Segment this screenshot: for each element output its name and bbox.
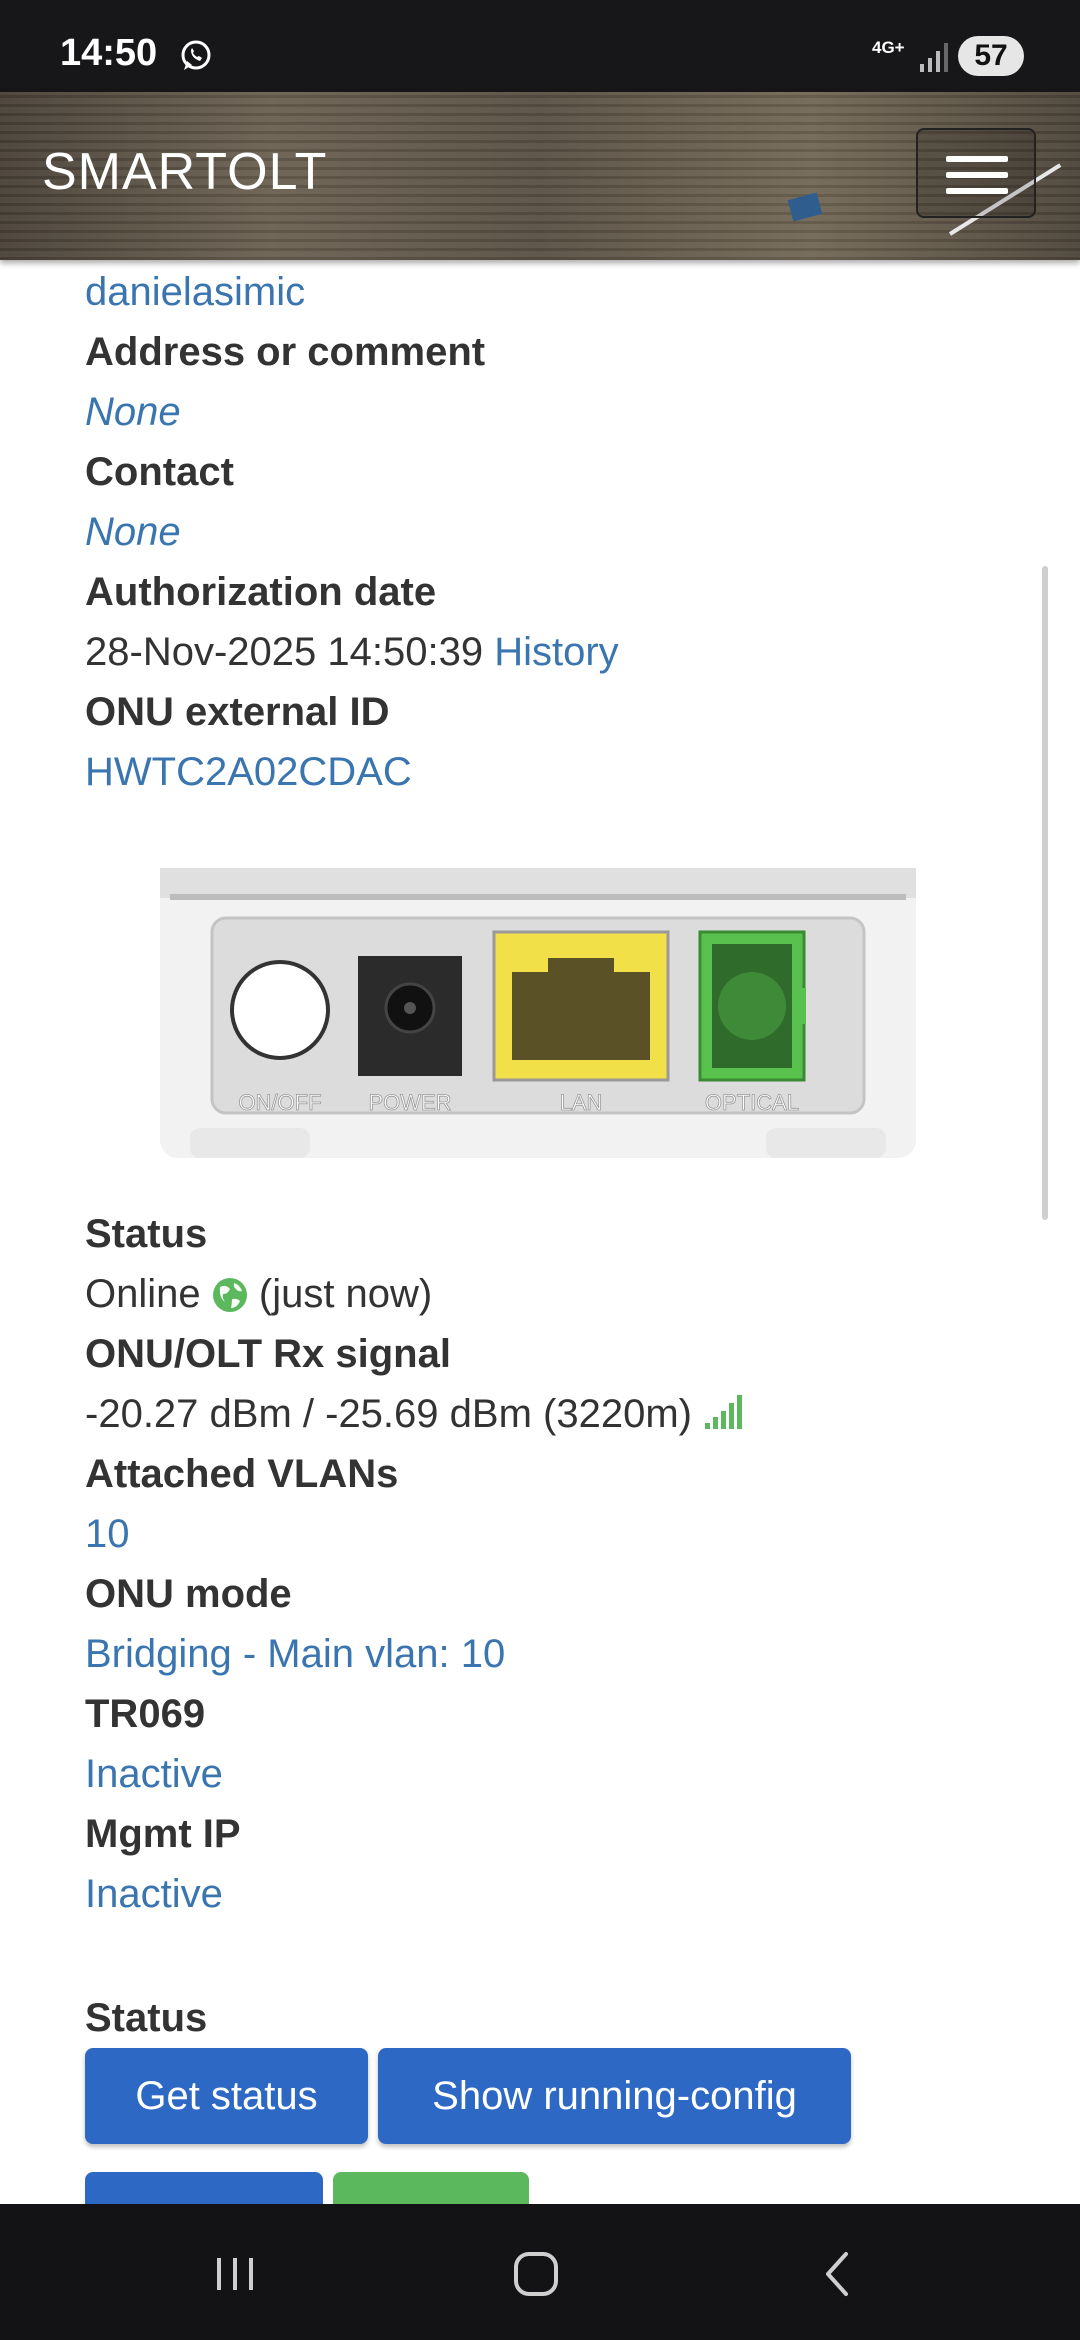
status-time: (just now) [258,1272,433,1316]
hamburger-icon [946,172,1008,178]
history-link[interactable]: History [494,630,618,674]
username-link[interactable]: danielasimic [85,262,1045,322]
onu-status-details: Status Online (just now) ONU/OLT Rx sign… [85,1204,1045,1924]
battery-indicator: 57 [958,36,1024,76]
tr069-value[interactable]: Inactive [85,1744,1045,1804]
status-bar: 14:50 4G+ 57 [0,0,1080,92]
address-value[interactable]: None [85,382,1045,442]
signal-label: ONU/OLT Rx signal [85,1332,451,1376]
port-label: POWER [368,1090,451,1115]
brand-logo[interactable]: SMARTOLT [42,142,327,202]
onu-device-image: ON/OFF POWER LAN OPTICAL [160,868,916,1158]
port-label: ON/OFF [238,1090,321,1115]
status-value: Online [85,1272,201,1316]
onu-mode-value[interactable]: Bridging - Main vlan: 10 [85,1624,1045,1684]
scrollbar-thumb[interactable] [1042,566,1048,1220]
signal-icon [920,43,948,72]
port-label: LAN [560,1090,603,1115]
port-label: OPTICAL [705,1090,799,1115]
hamburger-icon [946,156,1008,162]
mgmt-ip-label: Mgmt IP [85,1812,241,1856]
actions-section: Status [85,1988,1045,2048]
home-icon[interactable] [506,2244,566,2304]
authorization-date-value: 28-Nov-2025 14:50:39 [85,630,484,674]
globe-icon [212,1278,247,1312]
vlans-value[interactable]: 10 [85,1504,1045,1564]
recent-apps-icon[interactable] [205,2244,265,2304]
actions-status-label: Status [85,1996,208,2040]
onu-mode-label: ONU mode [85,1572,292,1616]
show-running-config-button[interactable]: Show running-config [378,2048,851,2144]
external-id-label: ONU external ID [85,690,390,734]
get-status-button[interactable]: Get status [85,2048,368,2144]
hamburger-icon [946,188,1008,194]
signal-value: -20.27 dBm / -25.69 dBm (3220m) [85,1392,692,1436]
system-navigation-bar [0,2204,1080,2340]
onu-details: danielasimic Address or comment None Con… [85,262,1045,802]
authorization-date-row: 28-Nov-2025 14:50:39 History [85,622,1045,682]
clock: 14:50 [60,32,158,74]
mgmt-ip-value[interactable]: Inactive [85,1864,1045,1924]
navbar: SMARTOLT [0,92,1080,260]
signal-strength-icon [705,1395,743,1429]
authorization-date-label: Authorization date [85,570,437,614]
network-type: 4G+ [872,38,905,57]
address-label: Address or comment [85,330,486,374]
external-id-value[interactable]: HWTC2A02CDAC [85,742,1045,802]
tr069-label: TR069 [85,1692,206,1736]
menu-toggle-button[interactable] [916,128,1036,218]
contact-label: Contact [85,450,234,494]
status-row: Online (just now) [85,1264,1045,1324]
background-decoration [787,192,823,222]
status-label: Status [85,1212,208,1256]
contact-value[interactable]: None [85,502,1045,562]
back-icon[interactable] [808,2244,868,2304]
signal-row: -20.27 dBm / -25.69 dBm (3220m) [85,1384,1045,1444]
whatsapp-icon [181,40,211,70]
vlans-label: Attached VLANs [85,1452,399,1496]
